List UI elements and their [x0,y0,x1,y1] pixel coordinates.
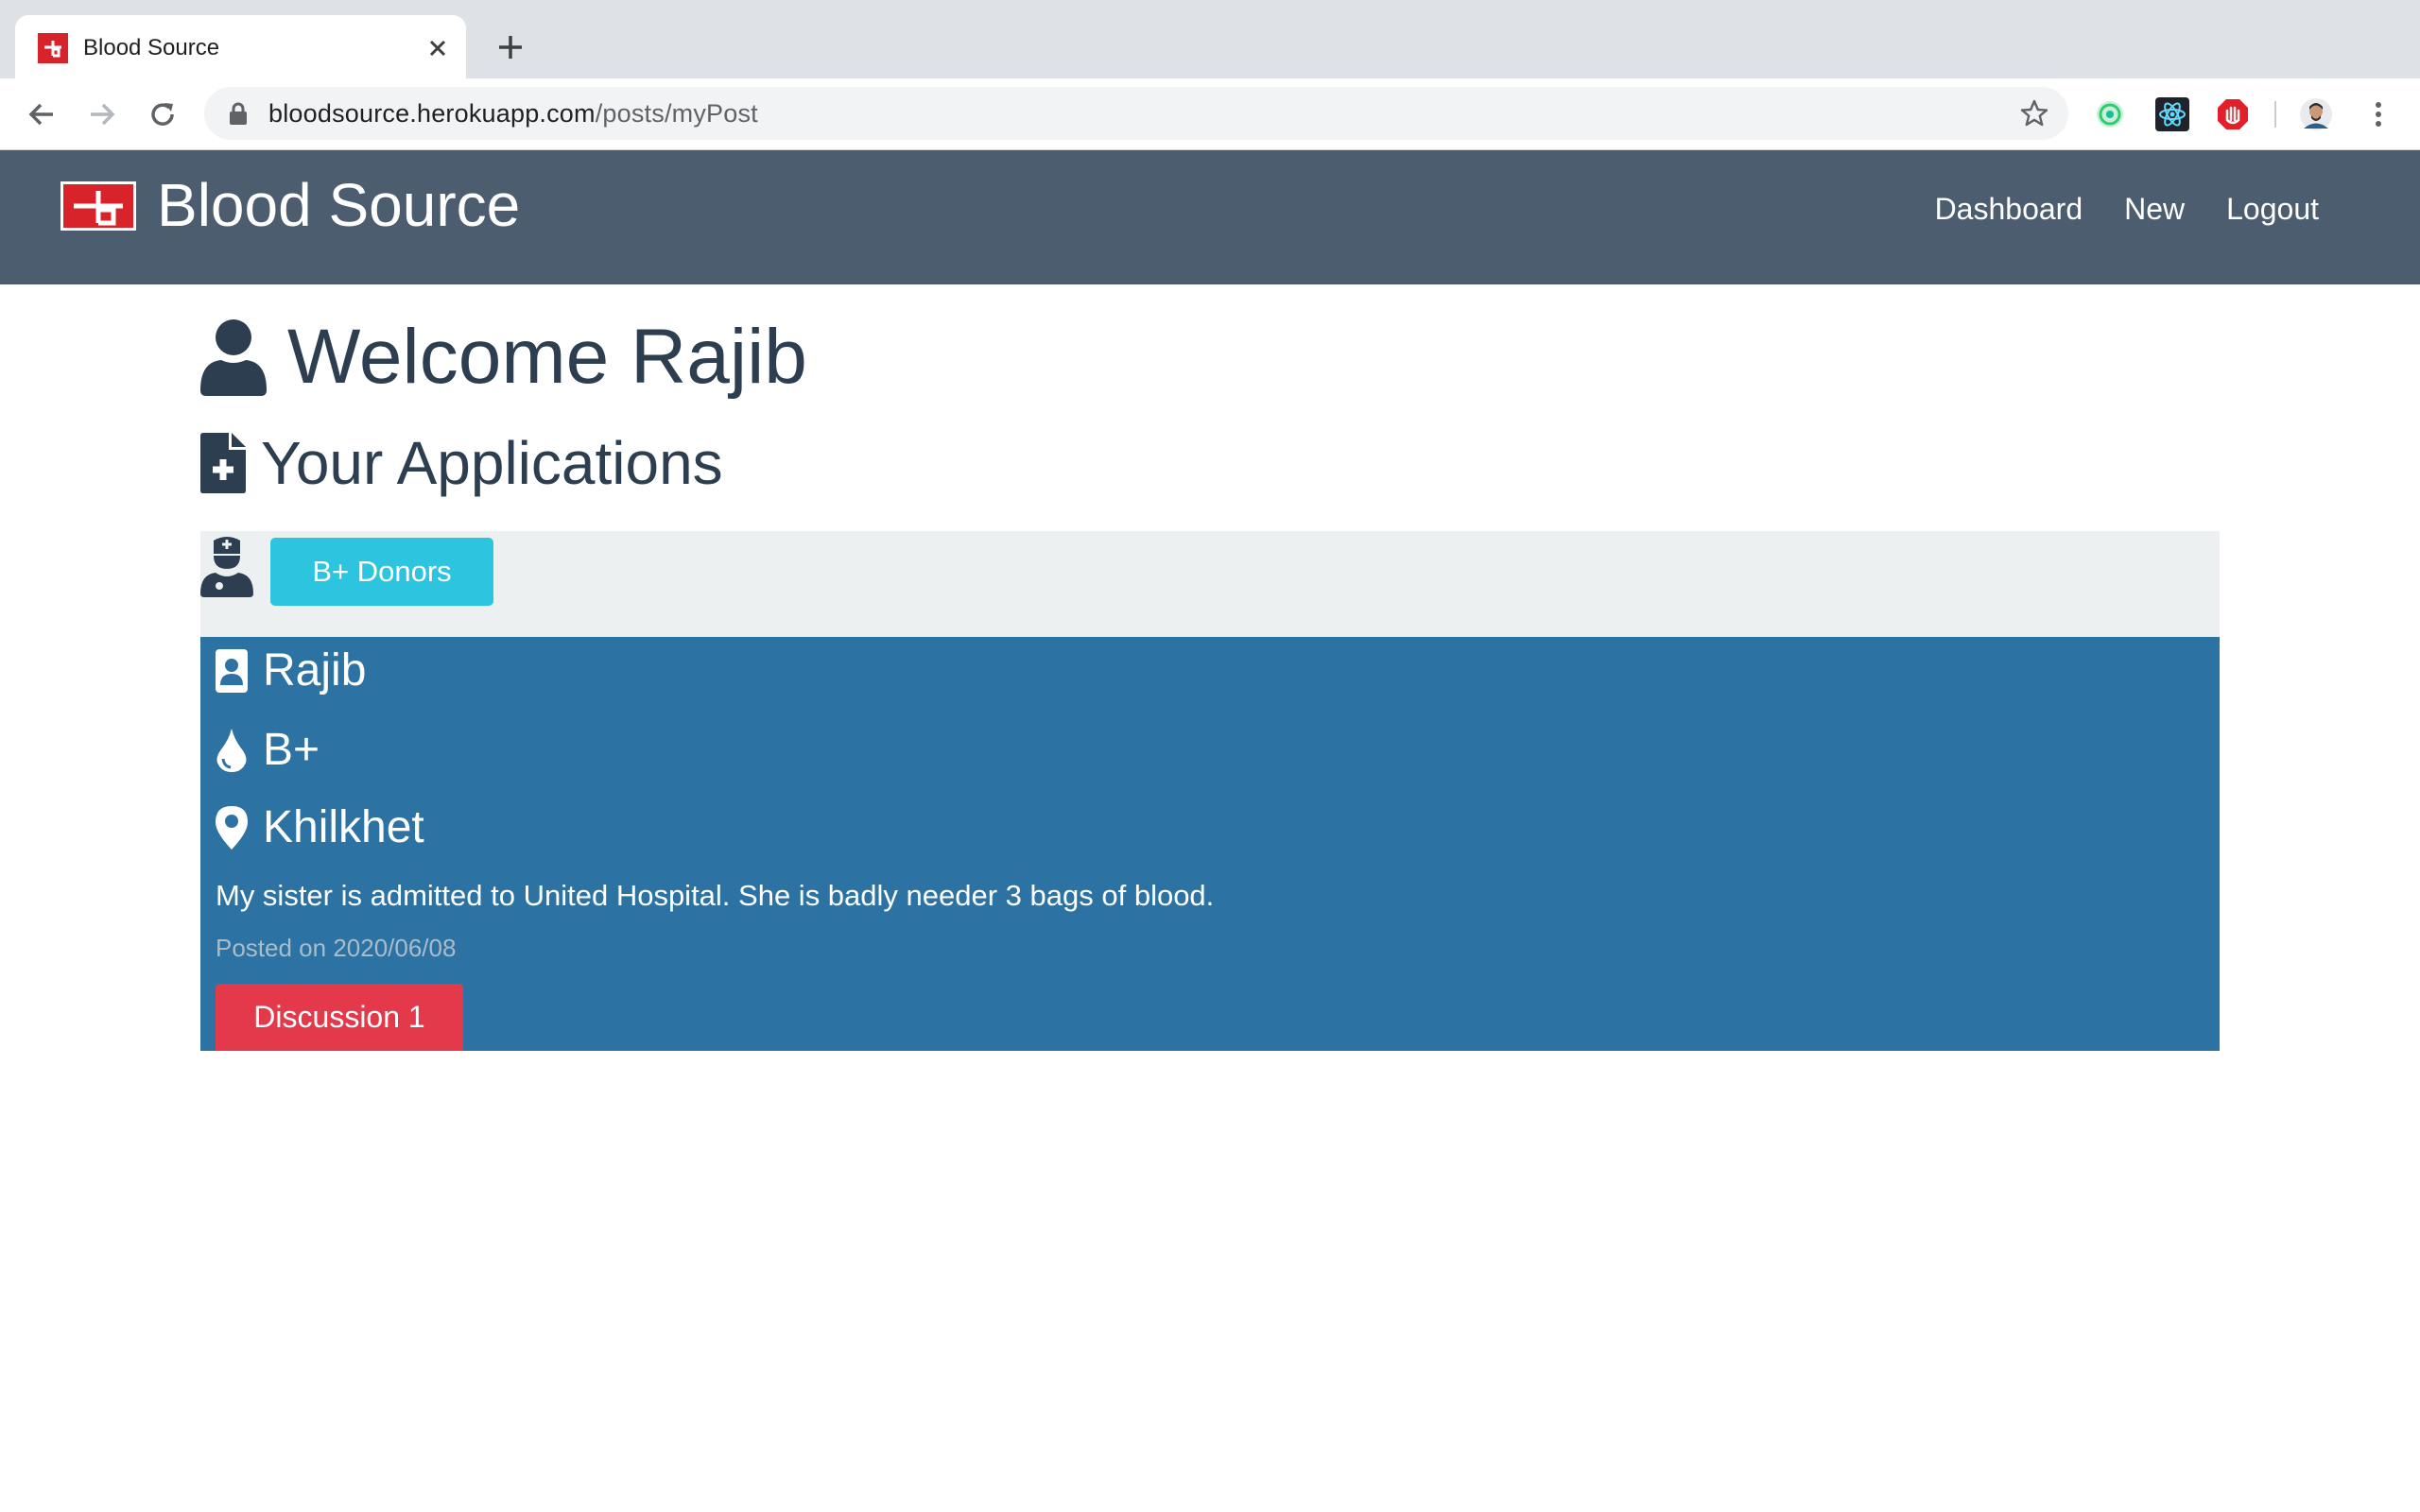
browser-toolbar: bloodsource.herokuapp.com/posts/myPost [0,78,2420,150]
brand-logo-icon[interactable] [60,181,136,231]
lock-icon [230,102,247,125]
applications-heading: Your Applications [200,428,723,498]
welcome-title: Welcome Rajib [287,314,807,400]
section-title: Your Applications [261,429,723,497]
id-badge-icon [216,649,248,693]
blood-group-row: B+ [216,722,320,779]
adblock-icon[interactable] [2216,97,2250,131]
discussion-button[interactable]: Discussion 1 [216,984,463,1051]
reload-icon[interactable] [144,95,182,133]
nav-link-logout[interactable]: Logout [2205,180,2340,237]
map-marker-icon [216,806,248,850]
url-host: bloodsource.herokuapp.com [268,99,596,128]
react-devtools-icon[interactable] [2155,97,2189,131]
favicon-icon [38,33,68,63]
bookmark-star-icon[interactable] [2019,98,2049,129]
location: Khilkhet [263,802,424,852]
new-tab-icon[interactable] [492,28,529,66]
user-icon [200,319,267,396]
address-bar[interactable]: bloodsource.herokuapp.com/posts/myPost [204,87,2068,140]
poster-name: Rajib [263,645,367,696]
poster-name-row: Rajib [216,643,366,699]
brand-name[interactable]: Blood Source [157,169,520,241]
donors-button[interactable]: B+ Donors [270,538,493,606]
url-text: bloodsource.herokuapp.com/posts/myPost [268,98,758,129]
tint-icon [216,729,247,772]
nav-link-new[interactable]: New [2103,180,2205,237]
nav-link-dashboard[interactable]: Dashboard [1914,180,2104,237]
tab-close-icon[interactable] [422,32,454,64]
user-md-icon [200,537,253,597]
tab-title: Blood Source [83,35,220,60]
browser-tab[interactable]: Blood Source [15,15,466,78]
post-card-body: Rajib B+ Khilkhet My sister is admitted … [200,637,2220,1051]
nav-links: Dashboard New Logout [1914,180,2340,237]
back-icon[interactable] [23,95,60,133]
toolbar-divider [2274,101,2276,128]
forward-icon[interactable] [83,95,121,133]
post-message: My sister is admitted to United Hospital… [216,879,1215,912]
menu-kebab-icon[interactable] [2361,97,2395,131]
browser-tab-strip: Blood Source [0,0,2420,78]
profile-avatar-icon[interactable] [2299,97,2333,131]
blood-group: B+ [263,725,320,775]
post-card-header: B+ Donors [200,531,2220,637]
url-path: /posts/myPost [595,99,758,128]
location-row: Khilkhet [216,799,424,856]
file-medical-icon [200,433,246,493]
posted-date: Posted on 2020/06/08 [216,934,457,962]
welcome-heading: Welcome Rajib [200,305,807,409]
site-navbar: Blood Source Dashboard New Logout [0,150,2420,284]
extension-target-icon[interactable] [2093,97,2127,131]
